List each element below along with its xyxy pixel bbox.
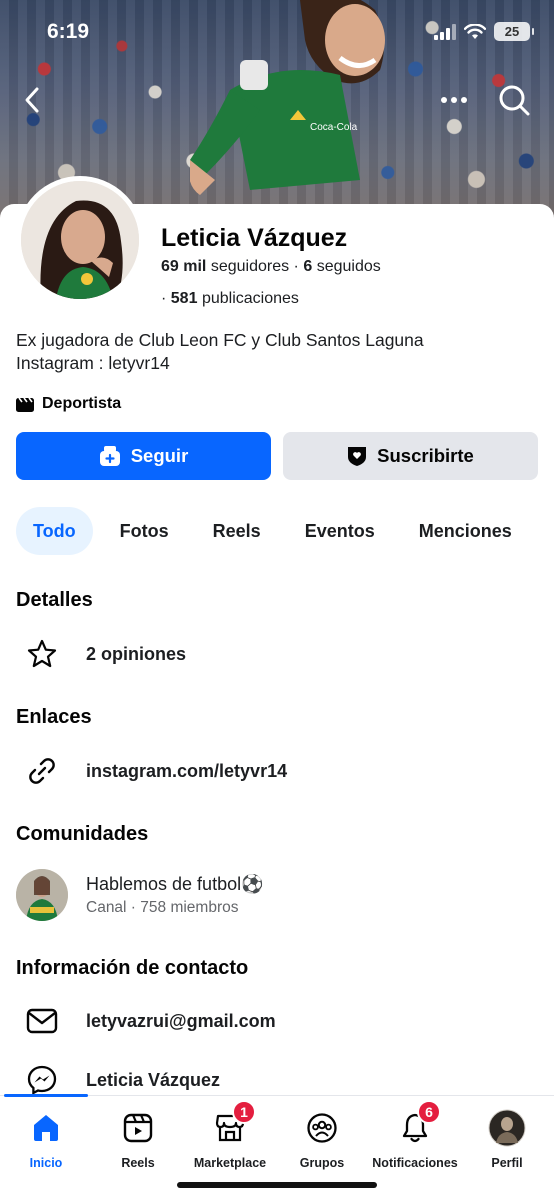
posts-label: publicaciones — [201, 290, 299, 307]
chevron-left-icon — [25, 87, 39, 113]
tab-reels[interactable]: Reels — [196, 507, 278, 555]
home-indicator — [177, 1182, 377, 1188]
status-bar: 6:19 25 — [0, 0, 554, 60]
back-button[interactable] — [12, 80, 52, 120]
section-title-details: Detalles — [16, 589, 93, 611]
search-button[interactable] — [494, 80, 534, 120]
followers-label[interactable]: seguidores — [211, 258, 289, 275]
subscribe-label: Suscribirte — [377, 445, 474, 466]
tab-fotos[interactable]: Fotos — [103, 507, 186, 555]
nav-perfil[interactable]: Perfil — [457, 1108, 554, 1170]
community-name: Hablemos de futbol⚽ — [86, 873, 264, 894]
notifications-badge: 6 — [417, 1100, 441, 1124]
bell-icon: 6 — [395, 1100, 441, 1148]
profile-tabs: Todo Fotos Reels Eventos Menciones — [16, 507, 539, 555]
profile-category: Deportista — [16, 395, 121, 413]
marketplace-badge: 1 — [232, 1100, 256, 1124]
instagram-link-row[interactable]: instagram.com/letyvr14 — [16, 749, 287, 793]
profile-avatar[interactable] — [16, 176, 144, 304]
profile-bio: Ex jugadora de Club Leon FC y Club Santo… — [16, 329, 424, 375]
status-icons: 25 — [434, 22, 534, 41]
nav-marketplace[interactable]: 1 Marketplace — [180, 1100, 280, 1170]
separator-dot: · — [161, 290, 167, 307]
more-dots-icon — [441, 97, 467, 103]
community-row[interactable]: Hablemos de futbol⚽ Canal · 758 miembros — [16, 869, 264, 921]
details-reviews-row[interactable]: 2 opiniones — [16, 632, 186, 676]
community-subtitle: Canal · 758 miembros — [86, 898, 239, 916]
nav-label: Reels — [121, 1156, 155, 1170]
section-title-contact: Información de contacto — [16, 957, 249, 979]
nav-label: Marketplace — [193, 1156, 267, 1170]
search-icon — [499, 85, 530, 116]
posts-stats: · 581 publicaciones — [161, 290, 299, 308]
reviews-label: 2 opiniones — [86, 643, 187, 664]
add-follow-icon — [99, 446, 120, 466]
bio-line: Ex jugadora de Club Leon FC y Club Santo… — [16, 330, 424, 350]
nav-label: Notificaciones — [372, 1156, 458, 1170]
clapperboard-icon — [16, 397, 34, 412]
nav-label: Grupos — [299, 1156, 345, 1170]
groups-icon — [302, 1108, 342, 1148]
profile-avatar-icon — [487, 1108, 527, 1148]
following-label[interactable]: seguidos — [317, 258, 381, 275]
svg-text:Coca-Cola: Coca-Cola — [310, 122, 358, 133]
avatar-photo — [21, 181, 139, 299]
marketplace-icon: 1 — [210, 1100, 256, 1148]
separator-dot: · — [293, 258, 299, 275]
following-count[interactable]: 6 — [303, 258, 312, 275]
instagram-link[interactable]: instagram.com/letyvr14 — [86, 761, 287, 782]
link-icon — [16, 749, 68, 793]
nav-notificaciones[interactable]: 6 Notificaciones — [365, 1100, 465, 1170]
nav-label: Inicio — [29, 1156, 63, 1170]
active-tab-indicator — [4, 1094, 88, 1097]
status-time: 6:19 — [47, 20, 90, 43]
more-options-button[interactable] — [434, 80, 474, 120]
subscribe-button[interactable]: Suscribirte — [283, 432, 538, 480]
star-icon — [16, 632, 68, 676]
follow-button[interactable]: Seguir — [16, 432, 271, 480]
envelope-icon — [16, 999, 68, 1043]
nav-grupos[interactable]: Grupos — [272, 1108, 372, 1170]
home-icon — [26, 1108, 66, 1148]
posts-count: 581 — [170, 290, 198, 307]
tab-menciones[interactable]: Menciones — [402, 507, 529, 555]
section-title-links: Enlaces — [16, 706, 92, 728]
wifi-icon — [464, 23, 486, 39]
category-label: Deportista — [42, 395, 122, 412]
reels-icon — [118, 1108, 158, 1148]
battery-indicator: 25 — [494, 22, 534, 41]
community-avatar — [16, 869, 68, 921]
profile-name: Leticia Vázquez — [161, 224, 348, 252]
section-title-communities: Comunidades — [16, 823, 149, 845]
nav-label: Perfil — [491, 1156, 523, 1170]
follow-stats: 69 mil seguidores · 6 seguidos — [161, 258, 381, 276]
tab-eventos[interactable]: Eventos — [288, 507, 392, 555]
tab-todo[interactable]: Todo — [16, 507, 93, 555]
messenger-name[interactable]: Leticia Vázquez — [86, 1070, 220, 1091]
email-row[interactable]: letyvazrui@gmail.com — [16, 999, 276, 1043]
email-address[interactable]: letyvazrui@gmail.com — [86, 1011, 276, 1032]
followers-count[interactable]: 69 mil — [161, 258, 206, 275]
signal-icon — [434, 23, 456, 40]
nav-inicio[interactable]: Inicio — [0, 1108, 96, 1170]
bio-line: Instagram : letyvr14 — [16, 353, 170, 373]
nav-reels[interactable]: Reels — [88, 1108, 188, 1170]
shield-heart-icon — [348, 447, 367, 466]
battery-level: 25 — [504, 24, 520, 39]
follow-label: Seguir — [130, 445, 189, 466]
